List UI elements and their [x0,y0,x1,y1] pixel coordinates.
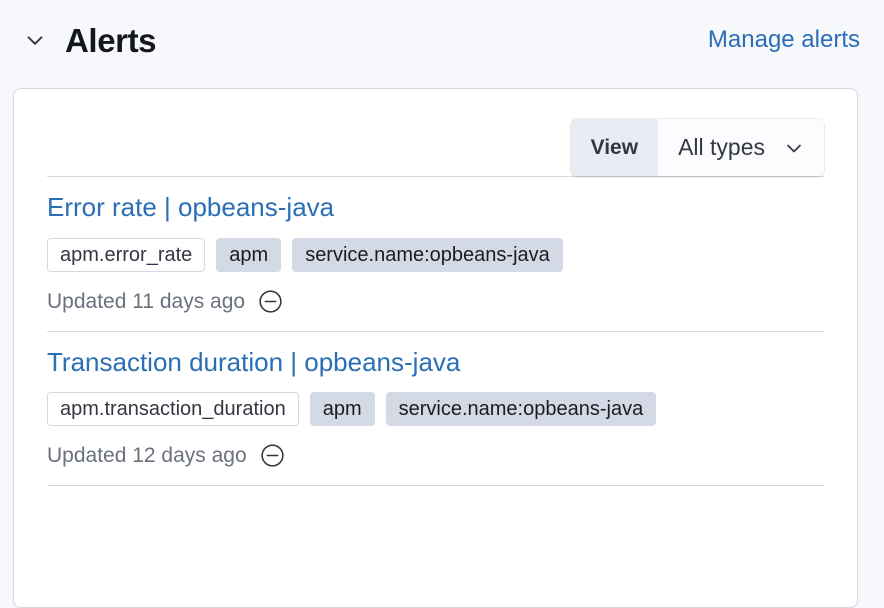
header-left-group: Alerts [20,24,156,57]
header-right-group: Manage alerts [708,28,860,52]
status-badge: service.name:opbeans-java [292,238,563,272]
status-badge: apm [216,238,281,272]
list-item: Error rate | opbeans-java apm.error_rate… [14,177,857,331]
status-badge: apm.error_rate [47,238,205,272]
minus-in-circle-icon[interactable] [259,442,286,469]
alerts-panel: View All types Error rate | opbeans-java… [13,88,858,608]
view-filter-control[interactable]: View All types [571,119,824,176]
alert-updated-text: Updated 12 days ago [47,445,247,466]
alerts-toolbar: View All types [14,89,857,176]
alert-type-select[interactable]: All types [658,119,824,176]
alert-title-link[interactable]: Transaction duration | opbeans-java [47,346,460,379]
manage-alerts-link[interactable]: Manage alerts [708,26,860,53]
list-divider [47,485,824,486]
alert-meta: Updated 12 days ago [47,442,824,469]
alert-badges: apm.error_rate apm service.name:opbeans-… [47,238,824,272]
status-badge: apm [310,392,375,426]
page-title: Alerts [65,24,156,57]
chevron-down-icon [782,136,806,160]
alert-title-link[interactable]: Error rate | opbeans-java [47,191,334,224]
status-badge: service.name:opbeans-java [386,392,657,426]
list-item: Transaction duration | opbeans-java apm.… [14,332,857,486]
alert-badges: apm.transaction_duration apm service.nam… [47,392,824,426]
alert-list: Error rate | opbeans-java apm.error_rate… [14,176,857,486]
alert-updated-text: Updated 11 days ago [47,291,245,312]
view-label: View [571,119,658,176]
status-badge: apm.transaction_duration [47,392,299,426]
chevron-down-icon[interactable] [20,25,50,55]
alert-meta: Updated 11 days ago [47,288,824,315]
minus-in-circle-icon[interactable] [257,288,284,315]
alerts-header: Alerts Manage alerts [0,0,884,80]
alert-type-select-value: All types [678,136,765,159]
